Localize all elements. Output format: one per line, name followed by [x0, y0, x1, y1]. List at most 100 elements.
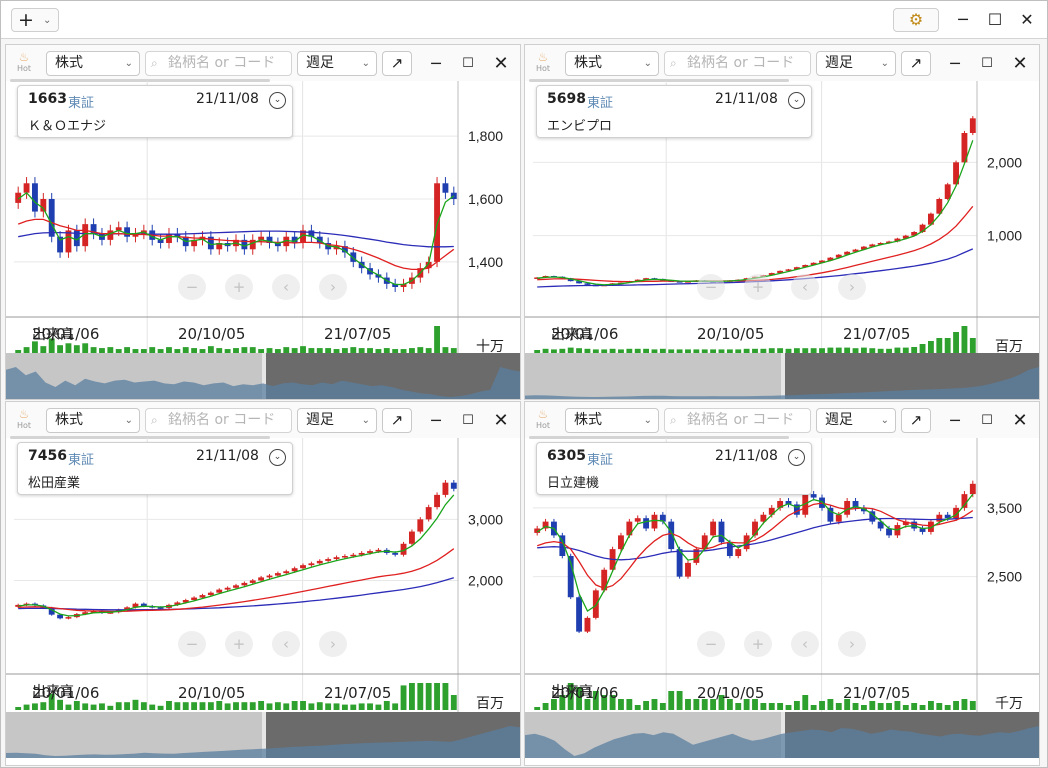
chart-date: 21/11/08	[196, 91, 259, 107]
scroll-right-button[interactable]: ›	[319, 274, 347, 300]
range-navigator[interactable]	[6, 712, 520, 758]
candle-body	[291, 568, 298, 572]
range-navigator[interactable]	[525, 353, 1039, 399]
symbol-search-input[interactable]: ⌕ 銘柄名 or コード	[664, 408, 811, 433]
volume-bar	[350, 704, 357, 710]
scroll-right-button[interactable]: ›	[838, 274, 866, 300]
candle-body	[969, 118, 976, 133]
x-axis-date-label: 21/07/05	[843, 325, 911, 343]
panel-minimize-button[interactable]: ─	[424, 408, 448, 433]
panel-close-button[interactable]: ✕	[489, 408, 513, 433]
zoom-in-button[interactable]: +	[225, 274, 253, 300]
zoom-out-button[interactable]: −	[697, 631, 725, 657]
zoom-out-button[interactable]: −	[178, 631, 206, 657]
symbol-search-input[interactable]: ⌕ 銘柄名 or コード	[145, 51, 292, 76]
asset-type-select[interactable]: 株式 ⌄	[46, 408, 140, 433]
panel-minimize-button[interactable]: ─	[424, 51, 448, 76]
panel-maximize-button[interactable]: ☐	[975, 51, 999, 76]
symbol-search-input[interactable]: ⌕ 銘柄名 or コード	[145, 408, 292, 433]
zoom-in-button[interactable]: +	[744, 274, 772, 300]
volume-bar	[442, 683, 449, 710]
chevron-down-icon: ⌄	[643, 58, 652, 69]
hot-button[interactable]: ♨ Hot	[12, 50, 36, 78]
panel-maximize-button[interactable]: ☐	[456, 408, 480, 433]
expand-info-button[interactable]: ⌄	[269, 449, 286, 466]
add-panel-button[interactable]: + ⌄	[11, 8, 59, 32]
zoom-in-button[interactable]: +	[744, 631, 772, 657]
volume-bar	[32, 703, 38, 710]
panel-maximize-button[interactable]: ☐	[456, 51, 480, 76]
volume-bar	[911, 703, 918, 710]
range-navigator[interactable]	[525, 712, 1039, 758]
navigator-area-chart	[6, 367, 520, 399]
volume-bar	[15, 707, 22, 710]
volume-bar	[182, 702, 189, 710]
chevron-down-icon: ⌄	[643, 415, 652, 426]
volume-bar	[157, 705, 164, 710]
hot-button[interactable]: ♨ Hot	[531, 407, 555, 435]
symbol-search-input[interactable]: ⌕ 銘柄名 or コード	[664, 51, 811, 76]
popout-button[interactable]: ↗	[382, 408, 412, 433]
zoom-in-button[interactable]: +	[225, 631, 253, 657]
popout-button[interactable]: ↗	[901, 408, 931, 433]
zoom-out-button[interactable]: −	[697, 274, 725, 300]
period-value: 週足	[825, 412, 853, 428]
period-select[interactable]: 週足 ⌄	[816, 51, 896, 76]
period-select[interactable]: 週足 ⌄	[816, 408, 896, 433]
chart-date: 21/11/08	[715, 91, 778, 107]
volume-bar	[207, 346, 214, 353]
scroll-left-button[interactable]: ‹	[791, 274, 819, 300]
panel-close-button[interactable]: ✕	[1008, 408, 1032, 433]
window-maximize-button[interactable]: ☐	[982, 7, 1008, 33]
period-select[interactable]: 週足 ⌄	[297, 51, 377, 76]
volume-bar	[651, 699, 658, 710]
scroll-left-button[interactable]: ‹	[272, 631, 300, 657]
stock-code: 6305	[547, 448, 586, 464]
expand-info-button[interactable]: ⌄	[788, 449, 805, 466]
zoom-out-button[interactable]: −	[178, 274, 206, 300]
scroll-left-button[interactable]: ‹	[791, 631, 819, 657]
candle-body	[718, 521, 725, 543]
volume-bar	[936, 338, 943, 353]
exchange-label: 東証	[68, 96, 95, 111]
x-axis-date-label: 20/01/06	[551, 325, 619, 343]
volume-bar	[927, 701, 934, 710]
expand-info-button[interactable]: ⌄	[788, 92, 805, 109]
app-title-bar: + ⌄ ⚙ ─ ☐ ✕	[1, 1, 1047, 39]
scroll-right-button[interactable]: ›	[319, 631, 347, 657]
hot-button[interactable]: ♨ Hot	[531, 50, 555, 78]
y-tick-label: 1,600	[468, 191, 503, 207]
popout-button[interactable]: ↗	[382, 51, 412, 76]
asset-type-select[interactable]: 株式 ⌄	[46, 51, 140, 76]
hot-button[interactable]: ♨ Hot	[12, 407, 36, 435]
volume-bar	[258, 701, 265, 710]
volume-bar	[300, 346, 306, 353]
window-close-button[interactable]: ✕	[1014, 7, 1040, 33]
scroll-right-button[interactable]: ›	[838, 631, 866, 657]
panel-minimize-button[interactable]: ─	[943, 51, 967, 76]
flame-icon: ♨	[18, 50, 30, 64]
popout-button[interactable]: ↗	[901, 51, 931, 76]
asset-type-select[interactable]: 株式 ⌄	[565, 408, 659, 433]
asset-type-select[interactable]: 株式 ⌄	[565, 51, 659, 76]
panel-maximize-button[interactable]: ☐	[975, 408, 999, 433]
x-axis-date-label: 20/10/05	[178, 684, 246, 702]
period-select[interactable]: 週足 ⌄	[297, 408, 377, 433]
panel-close-button[interactable]: ✕	[1008, 51, 1032, 76]
settings-button[interactable]: ⚙	[893, 8, 939, 32]
volume-bar	[115, 702, 122, 710]
scroll-left-button[interactable]: ‹	[272, 274, 300, 300]
range-navigator[interactable]	[6, 353, 520, 399]
candle-body	[57, 614, 64, 619]
window-minimize-button[interactable]: ─	[950, 7, 976, 33]
stock-info-card: 5698 東証 21/11/08 ⌄ エンビプロ	[536, 85, 812, 138]
candle-body	[844, 501, 851, 515]
expand-info-button[interactable]: ⌄	[269, 92, 286, 109]
navigator-area-chart	[525, 367, 1039, 399]
panel-minimize-button[interactable]: ─	[943, 408, 967, 433]
candle-body	[266, 575, 273, 578]
plus-icon: +	[18, 9, 34, 31]
volume-bar	[961, 326, 968, 353]
panel-close-button[interactable]: ✕	[489, 51, 513, 76]
x-axis-date-label: 21/07/05	[324, 325, 392, 343]
